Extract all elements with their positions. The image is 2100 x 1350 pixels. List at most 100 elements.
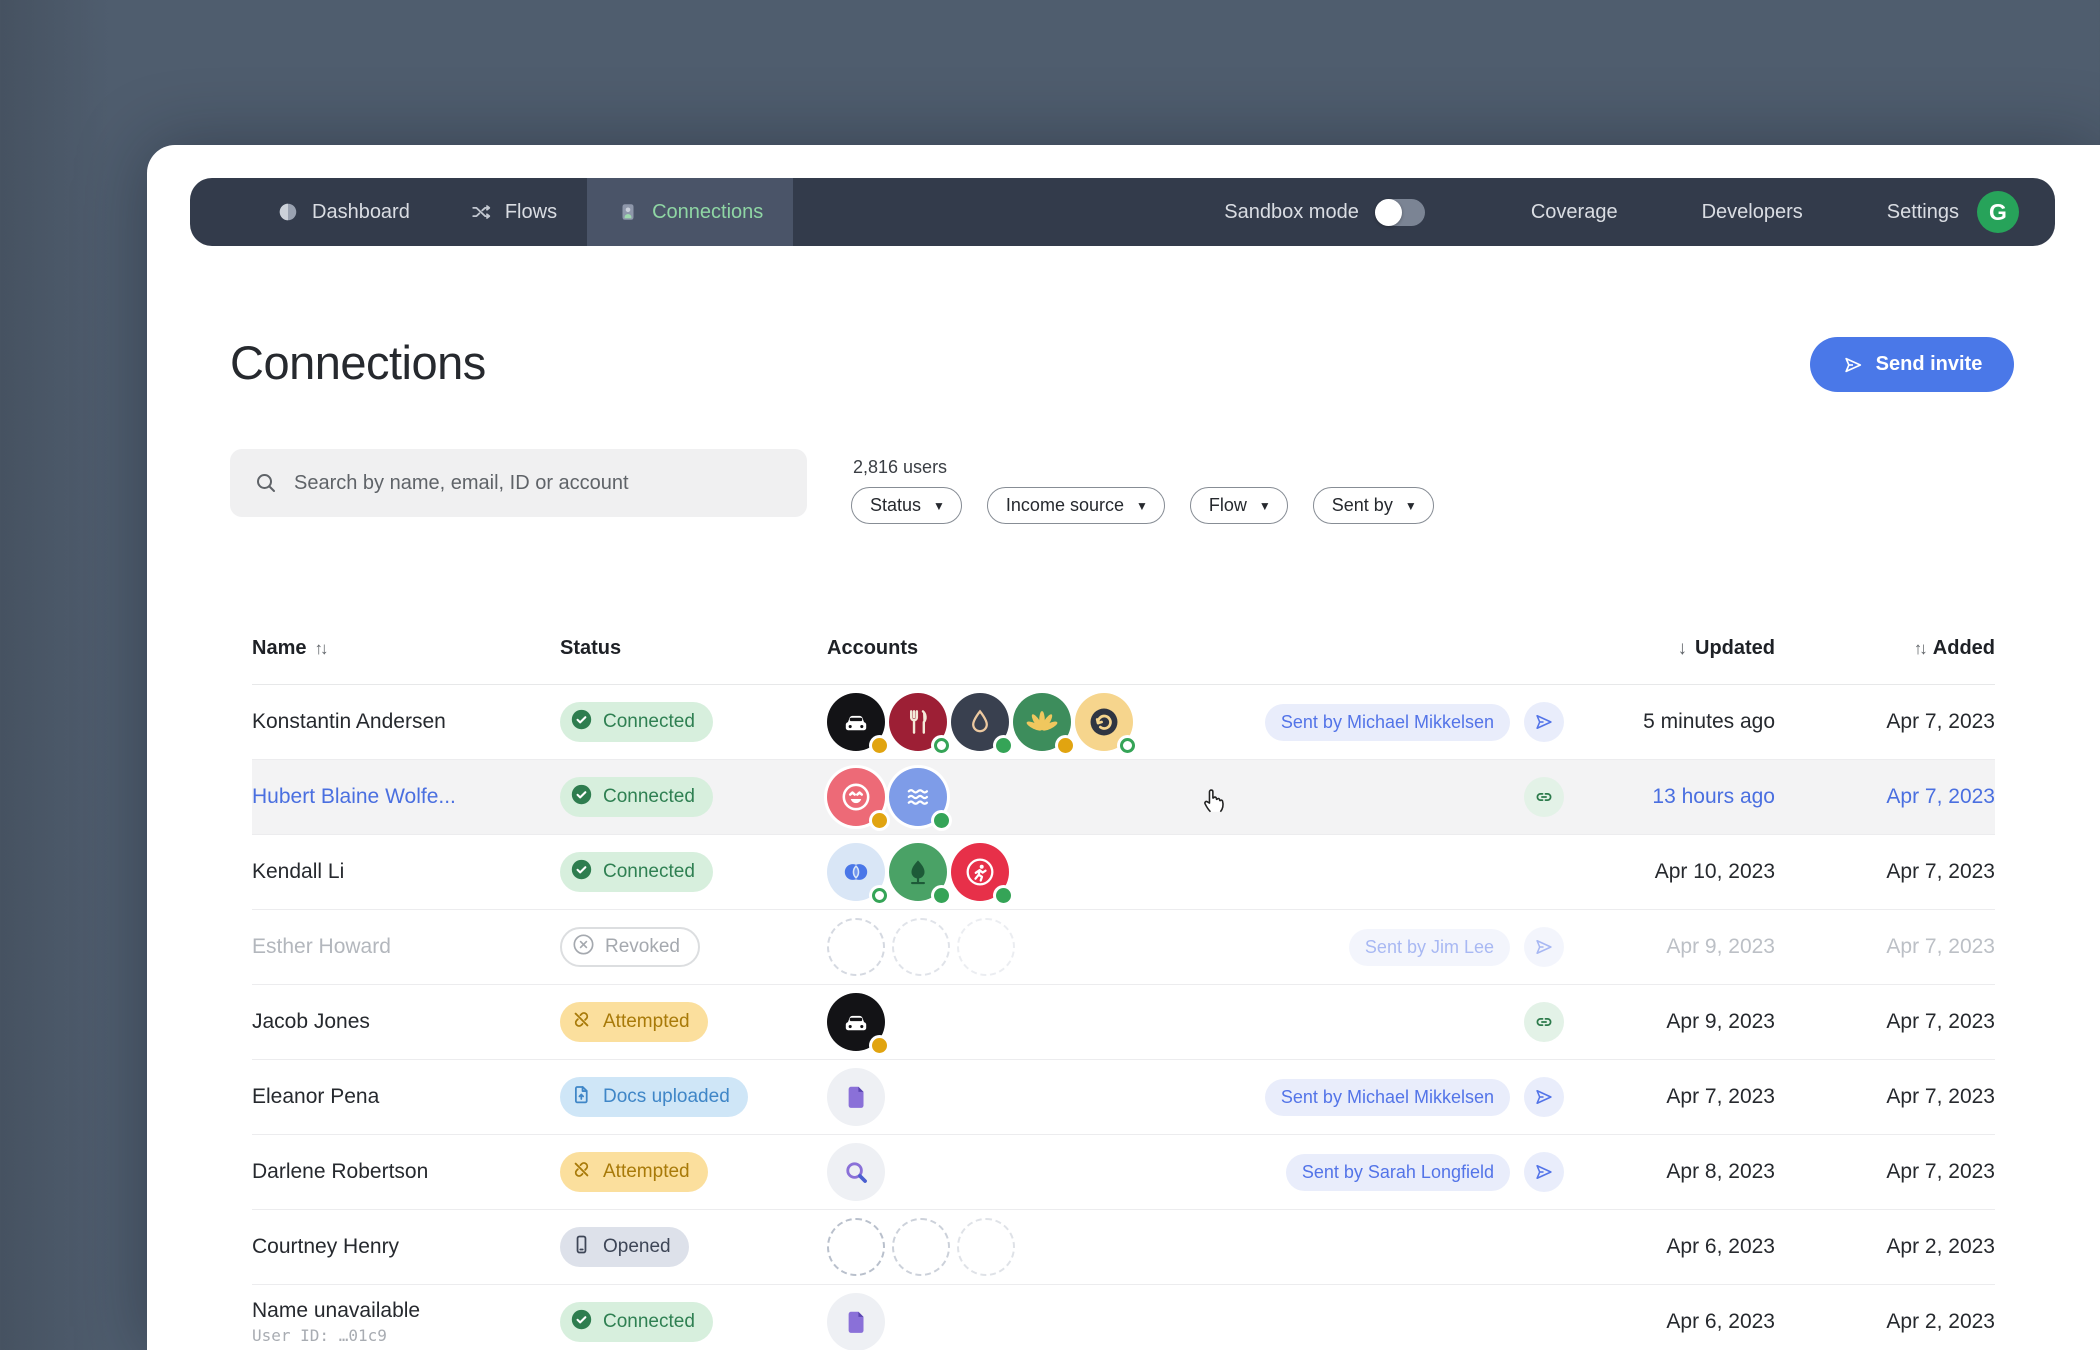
- car-icon[interactable]: [827, 693, 887, 753]
- cell-updated: Apr 8, 2023: [1666, 1160, 1775, 1183]
- filter-income-source[interactable]: Income source ▼: [986, 487, 1165, 524]
- user-id: User ID: …01c9: [252, 1326, 387, 1345]
- sent-by-badge: Sent by Michael Mikkelsen: [1264, 1078, 1510, 1116]
- cell-name: Name unavailable User ID: …01c9: [252, 1299, 560, 1345]
- filter-status[interactable]: Status ▼: [851, 487, 962, 524]
- filter-sent-by[interactable]: Sent by ▼: [1312, 487, 1434, 524]
- venn-icon[interactable]: [827, 843, 887, 903]
- status-label: Attempted: [603, 1161, 690, 1182]
- table-row[interactable]: Eleanor Pena Docs uploaded Sent by Michael…: [252, 1060, 1995, 1135]
- header-added[interactable]: ↑↓ Added: [1775, 637, 1995, 660]
- cell-status: Connected: [560, 702, 827, 742]
- check-circle-icon: [569, 1307, 594, 1338]
- doc-icon[interactable]: [827, 1068, 885, 1126]
- cell-status: Connected: [560, 852, 827, 892]
- cell-updated: Apr 6, 2023: [1666, 1235, 1775, 1258]
- runner-icon[interactable]: [951, 843, 1011, 903]
- check-circle-icon: [569, 707, 594, 738]
- chevron-down-icon: ▼: [933, 498, 945, 513]
- header-updated[interactable]: ↓ Updated: [1564, 637, 1776, 660]
- doc-icon[interactable]: [827, 1293, 885, 1350]
- send-invite-button[interactable]: Send invite: [1810, 337, 2014, 392]
- name-link[interactable]: Hubert Blaine Wolfe...: [252, 785, 550, 809]
- table-row[interactable]: Darlene Robertson Attempted Sent by Sarah …: [252, 1135, 1995, 1210]
- search-input[interactable]: [294, 471, 774, 495]
- grain-icon[interactable]: [1013, 693, 1073, 753]
- account-placeholder: [827, 1218, 885, 1276]
- nav-link-developers[interactable]: Developers: [1660, 201, 1845, 224]
- table-row[interactable]: Kendall Li Connected Apr 10, 2023 Apr 7, 20…: [252, 835, 1995, 910]
- header-accounts: Accounts: [827, 637, 919, 659]
- nav-tabs: Dashboard Flows Connections: [190, 178, 794, 246]
- cell-added: Apr 7, 2023: [1886, 1085, 1995, 1108]
- tab-flows[interactable]: Flows: [440, 178, 587, 246]
- name-text: Name unavailable: [252, 1299, 421, 1322]
- table-row[interactable]: Courtney Henry Opened Apr 6, 2023 Apr 2, 20…: [252, 1210, 1995, 1285]
- name-text: Kendall Li: [252, 860, 345, 883]
- cell-added: Apr 2, 2023: [1886, 1235, 1995, 1258]
- table-row[interactable]: Hubert Blaine Wolfe... Connected 13 hours …: [252, 760, 1995, 835]
- tab-dashboard[interactable]: Dashboard: [247, 178, 440, 246]
- restaurant-icon[interactable]: [889, 693, 949, 753]
- table-row[interactable]: Konstantin Andersen Connected Sent by Mich…: [252, 685, 1995, 760]
- cell-status: Opened: [560, 1227, 827, 1267]
- cell-updated: Apr 9, 2023: [1666, 1010, 1775, 1033]
- users-count: 2,816 users: [853, 457, 948, 477]
- filter-flow[interactable]: Flow ▼: [1189, 487, 1288, 524]
- nav-controls: Sandbox mode Coverage Developers Setting…: [1224, 191, 2055, 233]
- dot-amber-badge: [872, 738, 887, 753]
- cell-accounts: [827, 693, 1273, 753]
- smiley-icon[interactable]: [827, 768, 887, 828]
- tree-icon[interactable]: [889, 843, 949, 903]
- dot-green-badge: [934, 888, 949, 903]
- status-label: Connected: [603, 711, 695, 732]
- link-icon[interactable]: [1524, 777, 1564, 817]
- dot-green-badge: [996, 888, 1011, 903]
- table-row[interactable]: Jacob Jones Attempted Apr 9, 2023 Apr 7, 20…: [252, 985, 1995, 1060]
- resend-invite-button[interactable]: [1524, 927, 1564, 967]
- refresh-icon[interactable]: [1075, 693, 1135, 753]
- tab-dashboard-label: Dashboard: [312, 200, 410, 223]
- resend-invite-button[interactable]: [1524, 702, 1564, 742]
- cell-added: Apr 7, 2023: [1886, 785, 1995, 808]
- name-text: Courtney Henry: [252, 1235, 400, 1258]
- ring-green-badge: [872, 888, 887, 903]
- sandbox-toggle[interactable]: [1374, 198, 1425, 226]
- cell-name: Konstantin Andersen: [252, 710, 560, 734]
- cell-added: Apr 7, 2023: [1886, 1160, 1995, 1183]
- avatar[interactable]: G: [1977, 191, 2019, 233]
- cell-sentby: Sent by Sarah Longfield: [1273, 1152, 1564, 1192]
- nav-link-coverage[interactable]: Coverage: [1489, 201, 1660, 224]
- resend-invite-button[interactable]: [1524, 1152, 1564, 1192]
- chevron-down-icon: ▼: [1135, 498, 1148, 513]
- cell-sentby: Sent by Michael Mikkelsen: [1264, 1077, 1564, 1117]
- dot-amber-badge: [1058, 738, 1073, 753]
- table-body: Konstantin Andersen Connected Sent by Mich…: [252, 685, 1995, 1350]
- droplet-icon[interactable]: [951, 693, 1011, 753]
- status-badge: Connected: [560, 852, 713, 892]
- name-text: Konstantin Andersen: [252, 710, 446, 733]
- cell-accounts: [827, 1143, 1273, 1201]
- cell-name: Darlene Robertson: [252, 1160, 560, 1184]
- table-row[interactable]: Name unavailable User ID: …01c9 Connected A…: [252, 1285, 1995, 1350]
- connections-table: Name ↑↓ Status Accounts ↓ Updated ↑↓ Added …: [252, 613, 1995, 1350]
- cell-accounts: [827, 843, 1273, 903]
- table-row[interactable]: Esther Howard Revoked Sent by Jim Lee Apr 9…: [252, 910, 1995, 985]
- account-placeholder: [957, 1218, 1015, 1276]
- cell-sentby: [1273, 777, 1564, 817]
- cell-status: Attempted: [560, 1002, 827, 1042]
- waves-icon[interactable]: [889, 768, 949, 828]
- tab-connections[interactable]: Connections: [587, 178, 794, 246]
- car-icon[interactable]: [827, 993, 887, 1053]
- status-badge: Attempted: [560, 1002, 708, 1042]
- magnifier-icon[interactable]: [827, 1143, 885, 1201]
- resend-invite-button[interactable]: [1524, 1077, 1564, 1117]
- account-placeholder: [957, 918, 1015, 976]
- cell-sentby: [1273, 1002, 1564, 1042]
- header-name[interactable]: Name ↑↓: [252, 637, 560, 660]
- cell-status: Connected: [560, 777, 827, 817]
- cell-name: Eleanor Pena: [252, 1085, 560, 1109]
- nav-link-settings[interactable]: Settings: [1845, 201, 1959, 224]
- link-icon[interactable]: [1524, 1002, 1564, 1042]
- ring-green-badge: [1120, 738, 1135, 753]
